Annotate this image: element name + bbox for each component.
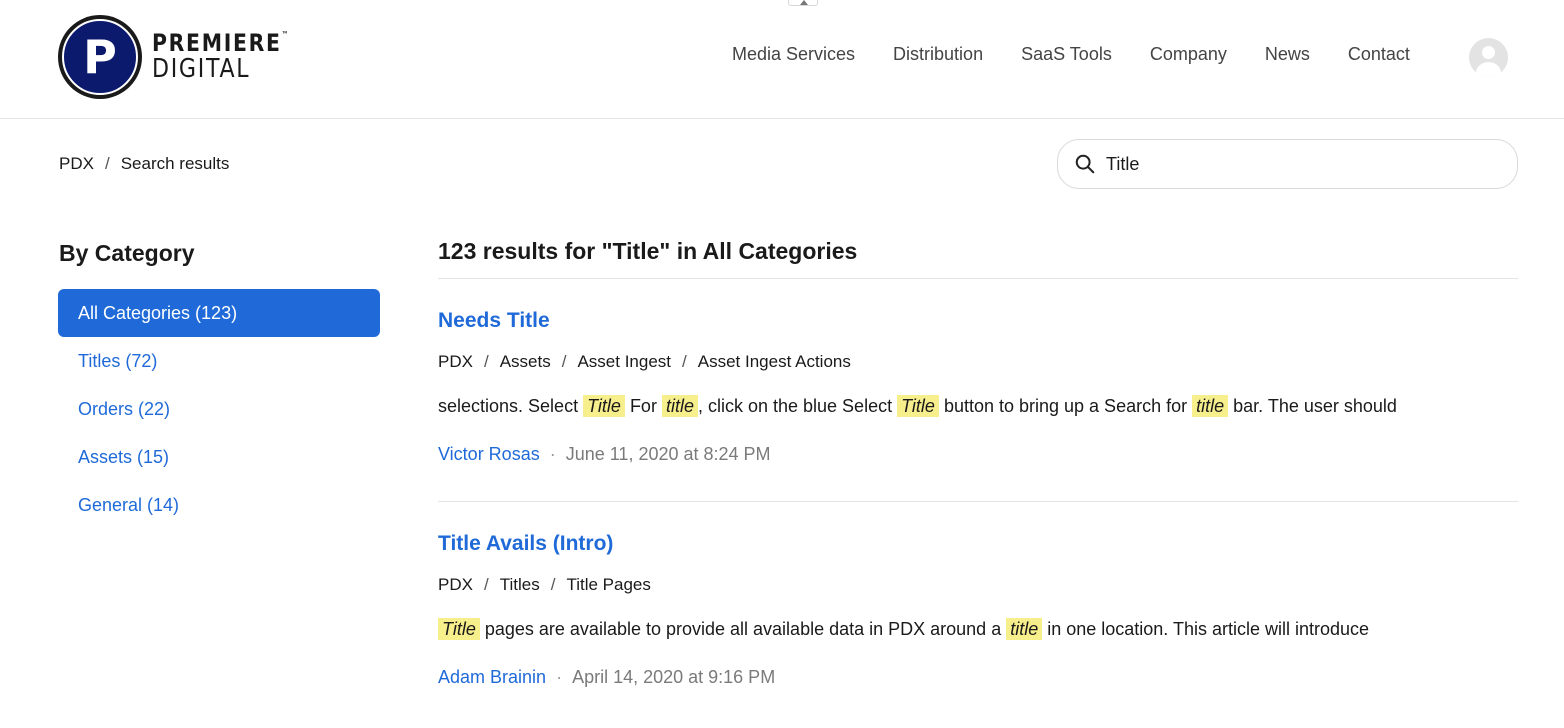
result-date: June 11, 2020 at 8:24 PM bbox=[565, 444, 771, 464]
result-item: Needs Title PDX / Assets / Asset Ingest … bbox=[438, 279, 1518, 502]
snippet-highlight: Title bbox=[897, 395, 939, 417]
result-crumb[interactable]: PDX bbox=[438, 575, 473, 597]
breadcrumb-separator: / bbox=[104, 154, 110, 173]
category-all[interactable]: All Categories (123) bbox=[58, 289, 380, 337]
snippet-text: bar. The user should bbox=[1228, 396, 1397, 416]
result-breadcrumb: PDX / Titles / Title Pages bbox=[438, 575, 1518, 597]
category-orders[interactable]: Orders (22) bbox=[58, 385, 380, 433]
snippet-text: , click on the blue Select bbox=[697, 396, 898, 416]
result-title[interactable]: Title Avails (Intro) bbox=[438, 532, 613, 562]
snippet-text: button to bring up a Search for bbox=[938, 396, 1193, 416]
result-crumb[interactable]: Asset Ingest bbox=[577, 352, 671, 374]
logo-line-2: DIGITAL bbox=[152, 53, 251, 84]
nav-distribution[interactable]: Distribution bbox=[893, 44, 983, 65]
result-snippet: Title pages are available to provide all… bbox=[438, 618, 1518, 645]
result-date: April 14, 2020 at 9:16 PM bbox=[572, 667, 776, 687]
meta-separator: · bbox=[556, 667, 563, 687]
category-assets[interactable]: Assets (15) bbox=[58, 433, 380, 481]
result-meta: Adam Brainin · April 14, 2020 at 9:16 PM bbox=[438, 667, 1518, 693]
crumb-separator: / bbox=[483, 352, 489, 371]
crumb-separator: / bbox=[550, 575, 556, 594]
breadcrumb-root[interactable]: PDX bbox=[59, 154, 94, 174]
snippet-text: pages are available to provide all avail… bbox=[479, 619, 1007, 639]
result-title[interactable]: Needs Title bbox=[438, 309, 550, 339]
result-snippet: selections. Select Title For title, clic… bbox=[438, 395, 1518, 422]
crumb-separator: / bbox=[682, 352, 687, 371]
nav-contact[interactable]: Contact bbox=[1348, 44, 1410, 65]
crumb-separator: / bbox=[483, 575, 489, 594]
breadcrumb: PDX / Search results bbox=[59, 154, 229, 174]
snippet-text: For bbox=[624, 396, 662, 416]
main-nav: Media Services Distribution SaaS Tools C… bbox=[732, 44, 1448, 65]
category-titles[interactable]: Titles (72) bbox=[58, 337, 380, 385]
logo-line-1: PREMIERE bbox=[152, 28, 282, 57]
brand-logo[interactable]: P PREMIERE™ DIGITAL bbox=[58, 15, 315, 99]
sidebar-title: By Category bbox=[59, 240, 195, 266]
nav-company[interactable]: Company bbox=[1150, 44, 1227, 65]
snippet-highlight: Title bbox=[583, 395, 625, 417]
snippet-highlight: title bbox=[1006, 618, 1043, 640]
logo-letter: P bbox=[62, 19, 138, 95]
nav-news[interactable]: News bbox=[1265, 44, 1310, 65]
crumb-separator: / bbox=[561, 352, 567, 371]
snippet-highlight: title bbox=[1192, 395, 1229, 417]
logo-text: PREMIERE™ DIGITAL bbox=[152, 28, 315, 84]
snippet-highlight: title bbox=[661, 395, 698, 417]
site-header: P PREMIERE™ DIGITAL Media Services Distr… bbox=[0, 0, 1564, 119]
nav-media-services[interactable]: Media Services bbox=[732, 44, 855, 65]
snippet-text: selections. Select bbox=[438, 396, 584, 416]
snippet-text: in one location. This article will intro… bbox=[1042, 619, 1370, 639]
results-heading: 123 results for "Title" in All Categorie… bbox=[438, 238, 1518, 279]
result-crumb[interactable]: Asset Ingest Actions bbox=[698, 352, 851, 374]
result-breadcrumb: PDX / Assets / Asset Ingest / Asset Inge… bbox=[438, 352, 1518, 374]
result-crumb[interactable]: PDX bbox=[438, 352, 473, 374]
logo-mark: P bbox=[58, 15, 142, 99]
snippet-highlight: Title bbox=[438, 618, 480, 640]
result-crumb[interactable]: Titles bbox=[500, 575, 540, 597]
result-crumb[interactable]: Title Pages bbox=[566, 575, 650, 597]
nav-saas-tools[interactable]: SaaS Tools bbox=[1021, 44, 1112, 65]
result-author[interactable]: Victor Rosas bbox=[438, 444, 540, 464]
result-meta: Victor Rosas · June 11, 2020 at 8:24 PM bbox=[438, 444, 1518, 470]
results-panel: 123 results for "Title" in All Categorie… bbox=[438, 238, 1518, 724]
breadcrumb-current: Search results bbox=[120, 154, 230, 173]
meta-separator: · bbox=[549, 444, 556, 464]
category-general[interactable]: General (14) bbox=[58, 481, 380, 529]
category-list: All Categories (123) Titles (72) Orders … bbox=[58, 289, 380, 529]
user-avatar-icon[interactable] bbox=[1469, 38, 1508, 77]
search-box bbox=[1057, 139, 1518, 189]
trademark: ™ bbox=[281, 29, 291, 39]
result-item: Title Avails (Intro) PDX / Titles / Titl… bbox=[438, 502, 1518, 724]
result-crumb[interactable]: Assets bbox=[500, 352, 551, 374]
search-input[interactable] bbox=[1106, 153, 1486, 175]
result-author[interactable]: Adam Brainin bbox=[438, 667, 546, 687]
search-icon[interactable] bbox=[1074, 153, 1096, 175]
